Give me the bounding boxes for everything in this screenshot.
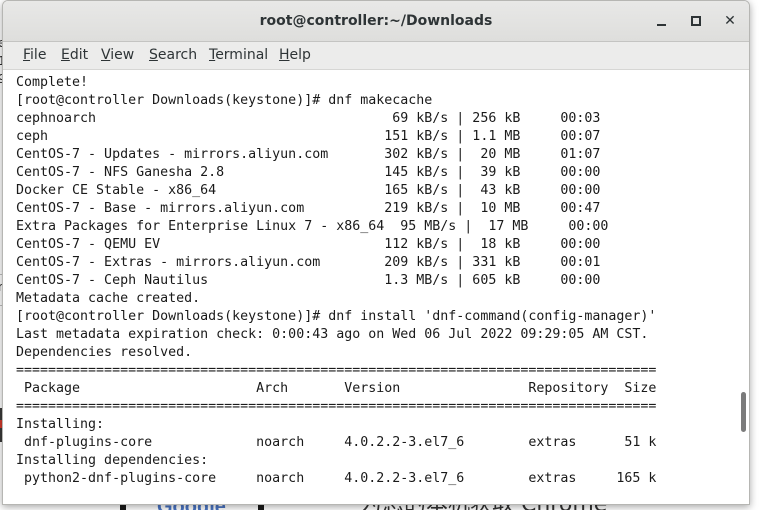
terminal-line: Package Arch Version Repository Size <box>16 381 657 396</box>
terminal-line: python2-dnf-plugins-core noarch 4.0.2.2-… <box>16 471 657 486</box>
terminal-line: Extra Packages for Enterprise Linux 7 - … <box>16 219 609 234</box>
terminal-line: [root@controller Downloads(keystone)]# d… <box>16 309 657 324</box>
menu-search[interactable]: Search <box>149 47 197 63</box>
terminal-line: Dependencies resolved. <box>16 345 193 360</box>
close-button[interactable]: ✕ <box>722 13 738 29</box>
terminal-line: Docker CE Stable - x86_64 165 kB/s | 43 … <box>16 183 601 198</box>
desktop: e_ 1-4 91 n" Google 为您的本机获取 Chrome root@… <box>0 0 763 510</box>
menu-terminal[interactable]: Terminal <box>209 47 268 63</box>
title-bar[interactable]: root@controller:~/Downloads ✕ <box>3 1 749 42</box>
terminal-line: CentOS-7 - Updates - mirrors.aliyun.com … <box>16 147 601 162</box>
window-title: root@controller:~/Downloads <box>259 13 493 29</box>
terminal-line: dnf-plugins-core noarch 4.0.2.2-3.el7_6 … <box>16 435 657 450</box>
terminal-scrollbar[interactable] <box>737 70 749 504</box>
terminal-line: CentOS-7 - NFS Ganesha 2.8 145 kB/s | 39… <box>16 165 601 180</box>
terminal-line: CentOS-7 - Ceph Nautilus 1.3 MB/s | 605 … <box>16 273 601 288</box>
terminal-line: ceph 151 kB/s | 1.1 MB 00:07 <box>16 129 601 144</box>
minimize-icon <box>657 24 666 26</box>
menu-bar: File Edit View Search Terminal Help <box>3 42 749 70</box>
terminal-line: CentOS-7 - QEMU EV 112 kB/s | 18 kB 00:0… <box>16 237 601 252</box>
menu-file[interactable]: File <box>23 47 46 63</box>
terminal-line: Last metadata expiration check: 0:00:43 … <box>16 327 649 342</box>
terminal-line: Installing: <box>16 417 105 432</box>
terminal-line: Complete! <box>16 75 89 90</box>
maximize-button[interactable] <box>688 13 704 29</box>
terminal-line: ========================================… <box>16 363 657 378</box>
terminal-line: cephnoarch 69 kB/s | 256 kB 00:03 <box>16 111 601 126</box>
menu-view[interactable]: View <box>101 47 134 63</box>
menu-help[interactable]: Help <box>279 47 311 63</box>
terminal-output[interactable]: Complete! [root@controller Downloads(key… <box>3 70 736 504</box>
terminal-line: Installing dependencies: <box>16 453 209 468</box>
scrollbar-thumb[interactable] <box>741 392 746 432</box>
terminal-line: CentOS-7 - Base - mirrors.aliyun.com 219… <box>16 201 601 216</box>
minimize-button[interactable] <box>654 13 670 29</box>
maximize-icon <box>691 16 701 26</box>
menu-edit[interactable]: Edit <box>61 47 88 63</box>
terminal-line: [root@controller Downloads(keystone)]# d… <box>16 93 433 108</box>
terminal-line: ========================================… <box>16 399 657 414</box>
close-icon: ✕ <box>724 13 736 29</box>
terminal-line: CentOS-7 - Extras - mirrors.aliyun.com 2… <box>16 255 601 270</box>
terminal-window: root@controller:~/Downloads ✕ File Edit … <box>2 0 750 505</box>
terminal-line: Metadata cache created. <box>16 291 201 306</box>
